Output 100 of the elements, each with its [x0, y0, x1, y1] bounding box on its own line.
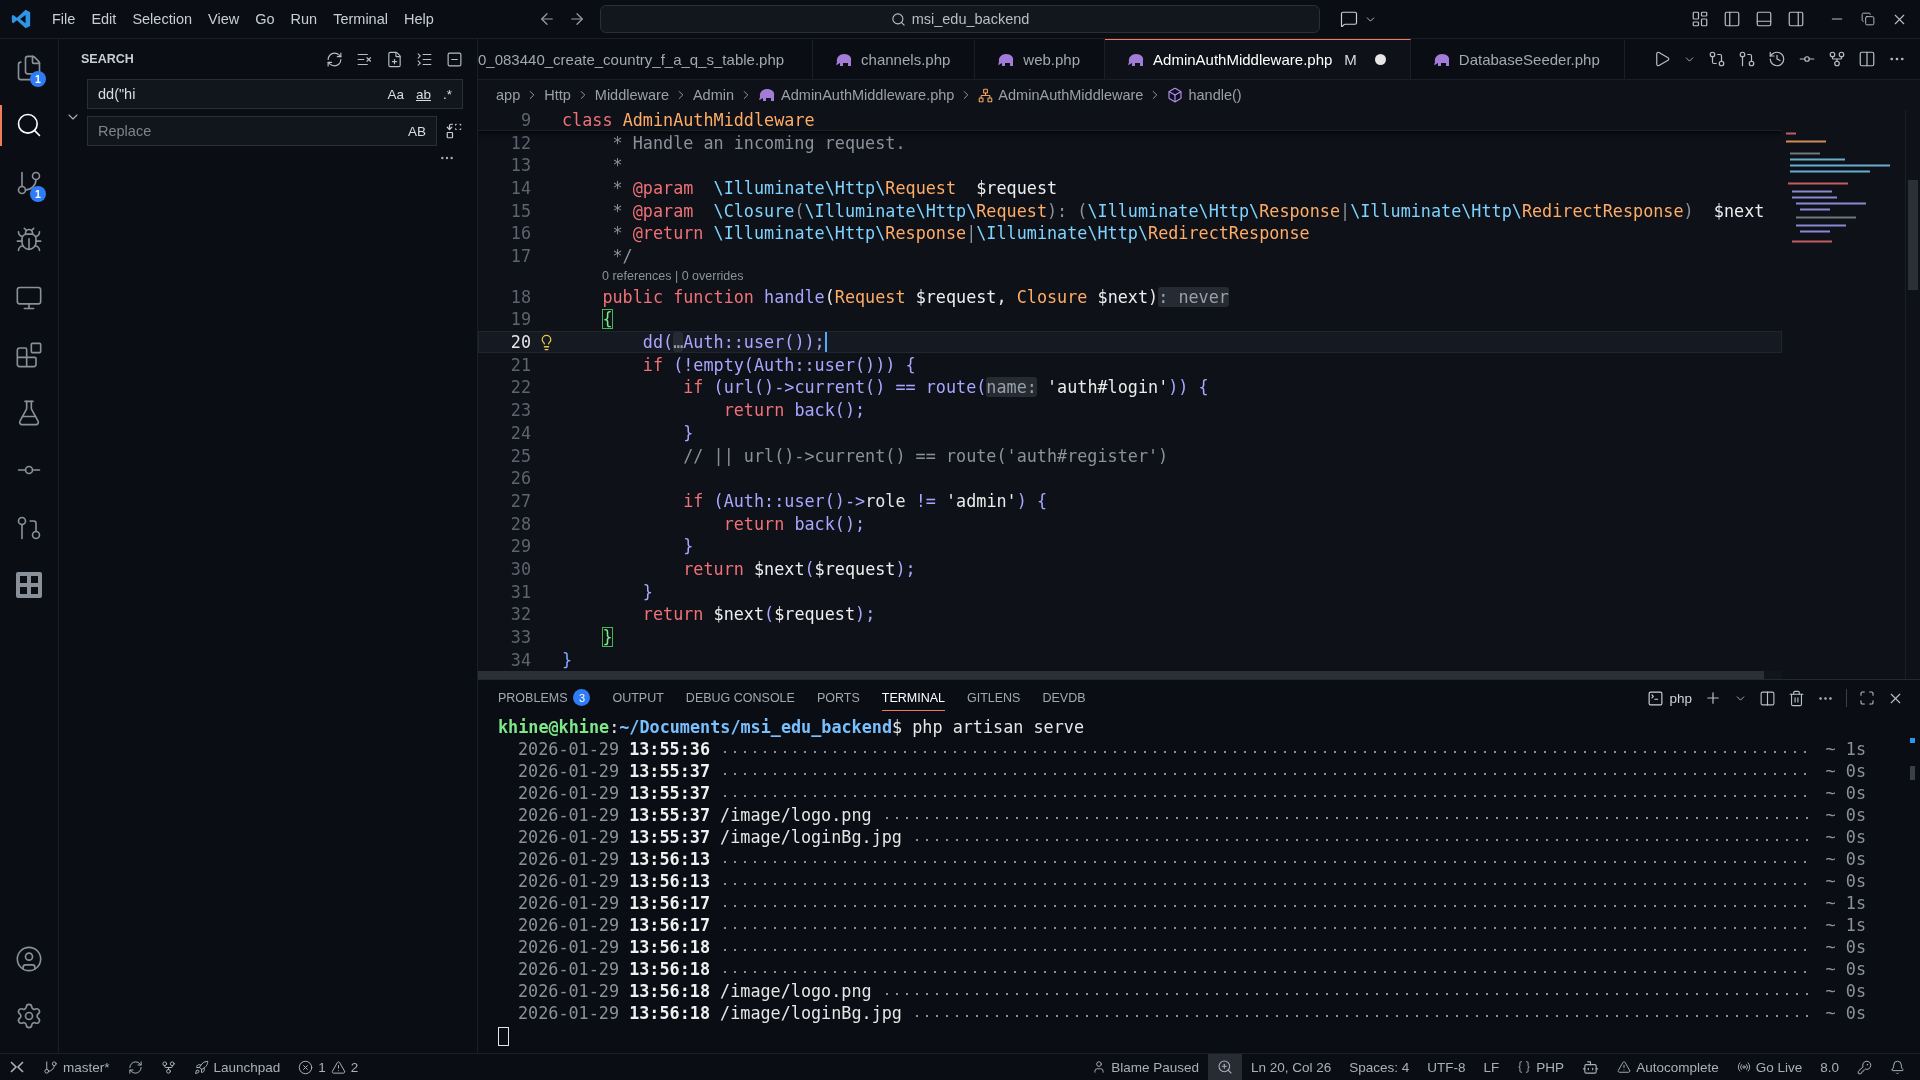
panel-tab[interactable]: PORTS	[816, 685, 860, 711]
code-line: * @param \Closure(\Illuminate\Http\Request): (\Illuminate\Http\Response|\Illuminate\Http\RedirectResponse) $next	[611, 200, 1765, 221]
breadcrumb-item[interactable]: Http	[544, 87, 571, 103]
collapse-all-icon[interactable]	[446, 50, 463, 68]
files-icon[interactable]	[15, 53, 43, 82]
secondary-sidebar-icon[interactable]	[1787, 10, 1805, 28]
editor-tab[interactable]: AdminAuthMiddleware.php M	[1105, 39, 1411, 79]
person-icon[interactable]	[1092, 1060, 1107, 1074]
chat-icon[interactable]	[1340, 10, 1358, 28]
breadcrumb-item[interactable]: AdminAuthMiddleware.php	[758, 87, 955, 103]
broadcast-icon[interactable]	[1736, 1060, 1751, 1074]
layout-icon[interactable]	[1691, 10, 1709, 28]
preserve-case-toggle[interactable]: AB	[404, 120, 430, 142]
key-icon[interactable]	[1857, 1059, 1872, 1075]
fork-icon[interactable]	[1828, 50, 1846, 68]
sync-icon[interactable]	[127, 1059, 143, 1075]
line-number: 14	[509, 178, 531, 198]
warning-icon[interactable]	[1617, 1060, 1632, 1074]
replace-field[interactable]: Replace AB	[87, 116, 437, 146]
status-item[interactable]: Spaces: 4	[1340, 1054, 1419, 1080]
bell-icon[interactable]	[1890, 1059, 1905, 1075]
code-lens[interactable]: 0 references | 0 overrides	[602, 267, 744, 286]
menu-item[interactable]: View	[200, 7, 248, 31]
error-icon[interactable]	[298, 1059, 314, 1075]
panel-tab[interactable]: DEBUG CONSOLE	[685, 685, 795, 711]
launchpad-status[interactable]: Launchpad	[184, 1054, 290, 1080]
menu-item[interactable]: File	[44, 7, 84, 31]
refresh-icon[interactable]	[326, 50, 343, 68]
autocomplete-status[interactable]: Autocomplete	[1608, 1054, 1728, 1080]
blocks-icon[interactable]	[15, 341, 43, 370]
editor-tab[interactable]: 0_083440_create_country_f_a_q_s_table.php	[478, 39, 814, 79]
robot-icon[interactable]	[1582, 1058, 1600, 1076]
square-logo-icon[interactable]	[15, 571, 43, 600]
command-center[interactable]: msi_edu_backend	[600, 5, 1320, 33]
split-editor-icon[interactable]	[1858, 50, 1876, 68]
replace-all-icon[interactable]	[445, 122, 463, 140]
editor-tab[interactable]: channels.php	[813, 39, 976, 79]
menu-item[interactable]: Go	[247, 7, 283, 31]
new-file-icon[interactable]	[386, 50, 403, 68]
search-option-toggle[interactable]: .*	[439, 83, 456, 105]
panel-tab[interactable]: PROBLEMS 3	[498, 685, 591, 711]
panel-tab[interactable]: OUTPUT	[612, 685, 664, 711]
blame-status[interactable]: Blame Paused	[1083, 1054, 1208, 1080]
breadcrumb-item[interactable]: Middleware	[594, 87, 669, 103]
panel-tab[interactable]: TERMINAL	[881, 685, 945, 711]
branch-status[interactable]: master*	[34, 1054, 119, 1080]
vertical-scrollbar[interactable]	[1908, 180, 1918, 290]
compare-icon[interactable]	[1708, 50, 1726, 68]
menu-item[interactable]: Help	[395, 7, 442, 31]
status-item[interactable]: 8.0	[1811, 1054, 1848, 1080]
panel-toggle-icon[interactable]	[1755, 10, 1773, 28]
menu-item[interactable]: Run	[282, 7, 326, 31]
trash-icon[interactable]	[1788, 689, 1805, 707]
maximize-icon[interactable]	[1859, 690, 1875, 706]
terminal-selector[interactable]: php	[1647, 689, 1692, 707]
status-item[interactable]: UTF-8	[1418, 1054, 1475, 1080]
panel-tab[interactable]: GITLENS	[966, 685, 1021, 711]
braces-icon[interactable]	[1517, 1060, 1532, 1074]
horizontal-scrollbar[interactable]	[478, 671, 1764, 679]
menu-item[interactable]: Edit	[83, 7, 125, 31]
split-icon[interactable]	[1759, 689, 1776, 707]
search-option-toggle[interactable]: Aa	[383, 83, 408, 105]
rocket-icon[interactable]	[193, 1059, 209, 1075]
pull-request-icon[interactable]	[1738, 50, 1756, 68]
line-number: 20	[509, 332, 531, 353]
zoom-icon[interactable]	[1217, 1059, 1233, 1075]
settings-icon[interactable]	[15, 1002, 43, 1031]
breadcrumb-item[interactable]: app	[496, 87, 521, 103]
forward-arrow-icon[interactable]	[568, 10, 586, 28]
search-field[interactable]: dd("hi Aa ab .*	[87, 79, 463, 109]
list-icon[interactable]	[416, 50, 433, 68]
language-status[interactable]: PHP	[1508, 1054, 1574, 1080]
branch-icon[interactable]	[43, 1059, 58, 1075]
editor-tab[interactable]: DatabaseSeeder.php	[1410, 39, 1625, 79]
vertical-scrollbar[interactable]	[1910, 766, 1915, 780]
duration-text: ~ 0s	[1825, 761, 1866, 781]
problems-status[interactable]: 1 2	[289, 1054, 368, 1080]
go-live-status[interactable]: Go Live	[1727, 1054, 1812, 1080]
breadcrumb-item[interactable]: Admin	[692, 87, 735, 103]
fork-icon[interactable]	[160, 1059, 176, 1075]
log-line: 2026-01-29 13:55:37 /image/logo.png	[518, 805, 872, 825]
breadcrumb-item[interactable]: handle()	[1167, 87, 1242, 103]
add-icon[interactable]	[1704, 689, 1722, 707]
status-item[interactable]: Ln 20, Col 26	[1242, 1054, 1341, 1080]
search-option-toggle[interactable]: ab	[411, 83, 435, 105]
breadcrumb-item[interactable]: AdminAuthMiddleware	[978, 87, 1144, 103]
sidebar-toggle-icon[interactable]	[1723, 10, 1741, 28]
restore-icon[interactable]	[1861, 12, 1875, 26]
run-icon[interactable]	[1653, 50, 1671, 68]
status-item[interactable]: LF	[1474, 1054, 1509, 1080]
line-number: 31	[509, 581, 531, 602]
panel-tab[interactable]: DEVDB	[1042, 685, 1086, 711]
history-icon[interactable]	[1768, 50, 1786, 68]
warning-icon[interactable]	[330, 1059, 346, 1075]
menu-item[interactable]: Selection	[124, 7, 201, 31]
menu-item[interactable]: Terminal	[325, 7, 396, 31]
count-badge: 3	[573, 689, 591, 706]
account-icon[interactable]	[15, 944, 43, 973]
zoom-status[interactable]	[1208, 1054, 1242, 1080]
line-number: 27	[509, 490, 531, 511]
